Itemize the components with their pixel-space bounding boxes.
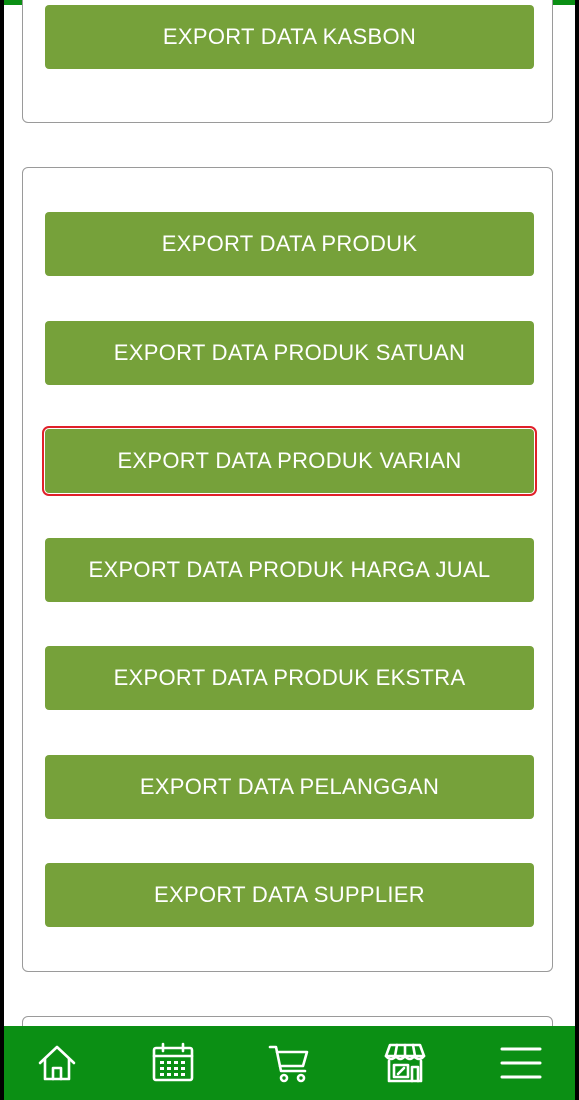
- nav-calendar[interactable]: [128, 1026, 218, 1100]
- export-kasbon-button[interactable]: EXPORT DATA KASBON: [45, 5, 534, 69]
- export-supplier-button[interactable]: EXPORT DATA SUPPLIER: [45, 863, 534, 927]
- export-produk-harga-jual-button[interactable]: EXPORT DATA PRODUK HARGA JUAL: [45, 538, 534, 602]
- nav-cart[interactable]: [244, 1026, 334, 1100]
- export-produk-varian-button[interactable]: EXPORT DATA PRODUK VARIAN: [42, 426, 537, 496]
- store-icon: [383, 1041, 427, 1085]
- home-icon: [35, 1041, 79, 1085]
- nav-home[interactable]: [12, 1026, 102, 1100]
- calendar-icon: [151, 1041, 195, 1085]
- export-pelanggan-button[interactable]: EXPORT DATA PELANGGAN: [45, 755, 534, 819]
- menu-icon: [499, 1041, 543, 1085]
- nav-store[interactable]: [360, 1026, 450, 1100]
- export-produk-satuan-button[interactable]: EXPORT DATA PRODUK SATUAN: [45, 321, 534, 385]
- export-produk-button[interactable]: EXPORT DATA PRODUK: [45, 212, 534, 276]
- bottom-navigation-bar: [4, 1026, 575, 1100]
- nav-menu[interactable]: [476, 1026, 566, 1100]
- export-produk-ekstra-button[interactable]: EXPORT DATA PRODUK EKSTRA: [45, 646, 534, 710]
- app-viewport: EXPORT DATA KASBON EXPORT DATA PRODUK EX…: [4, 0, 575, 1100]
- cart-icon: [267, 1041, 311, 1085]
